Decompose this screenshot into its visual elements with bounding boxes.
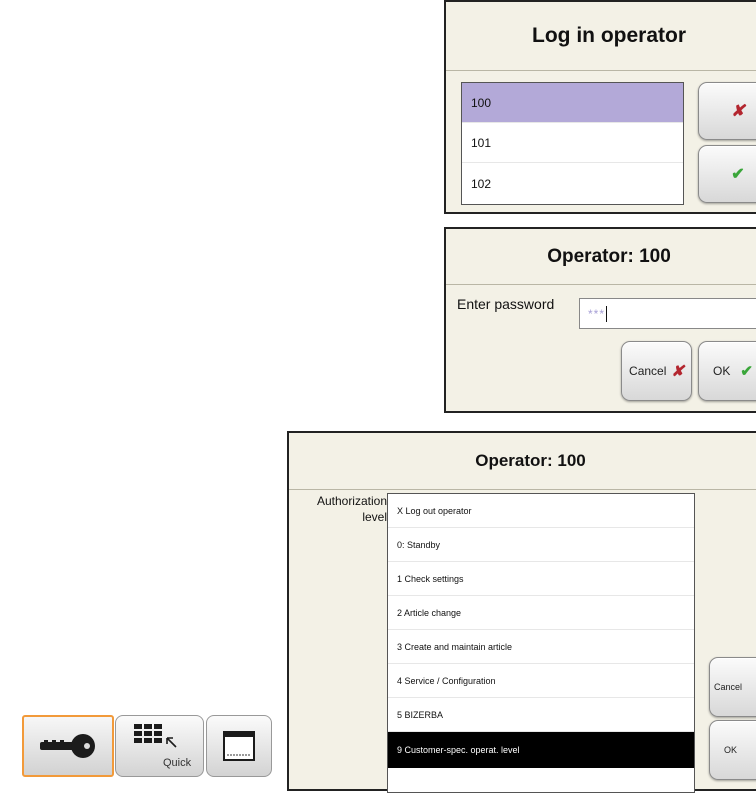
level-label: X Log out operator	[397, 505, 472, 516]
level-label: 4 Service / Configuration	[397, 675, 496, 686]
authorization-level-row[interactable]: 4 Service / Configuration	[388, 664, 694, 698]
authorization-level-row[interactable]: X Log out operator	[388, 494, 694, 528]
authorization-label: Authorization level	[295, 493, 387, 525]
password-cancel-button[interactable]: Cancel ✘	[621, 341, 692, 401]
operator-id: 100	[471, 95, 492, 110]
password-input[interactable]: ***	[579, 298, 756, 329]
authorization-panel-title: Operator: 100	[289, 433, 756, 490]
cancel-label: Cancel	[629, 364, 667, 378]
password-panel-title: Operator: 100	[446, 229, 756, 285]
level-label: 3 Create and maintain article	[397, 641, 513, 652]
level-label: 9 Customer-spec. operat. level	[397, 745, 520, 755]
login-operator-panel: Log in operator 100 101 102 ✘ ✔	[444, 0, 756, 214]
text-cursor	[606, 305, 608, 322]
authorization-level-list[interactable]: X Log out operator 0: Standby 1 Check se…	[387, 493, 695, 793]
quick-label: Quick	[163, 757, 192, 769]
level-label: 1 Check settings	[397, 573, 464, 584]
operator-list[interactable]: 100 101 102	[461, 82, 684, 205]
level-label: 2 Article change	[397, 607, 462, 618]
operator-id: 102	[471, 176, 492, 191]
password-panel: Operator: 100 Enter password *** Cancel …	[444, 227, 756, 413]
authorization-level-row[interactable]: 5 BIZERBA	[388, 698, 694, 732]
cross-icon: ✘	[671, 363, 684, 380]
login-panel-title: Log in operator	[446, 2, 756, 71]
cancel-label: Cancel	[714, 682, 743, 692]
login-confirm-button[interactable]: ✔	[698, 145, 756, 203]
authorization-label-line1: Authorization	[316, 494, 387, 508]
ok-label: OK	[713, 364, 731, 378]
authorization-panel: Operator: 100 Authorization level X Log …	[287, 431, 756, 793]
authorization-level-row[interactable]: 2 Article change	[388, 596, 694, 630]
operator-id: 101	[471, 135, 492, 150]
operator-row[interactable]: 101	[462, 123, 683, 163]
ok-label: OK	[724, 745, 738, 755]
operator-row[interactable]: 100	[462, 83, 683, 123]
password-ok-button[interactable]: OK ✔	[698, 341, 756, 401]
password-label: Enter password	[457, 296, 555, 312]
authorization-ok-button[interactable]: OK	[709, 720, 756, 780]
authorization-cancel-button[interactable]: Cancel	[709, 657, 756, 717]
key-icon	[40, 734, 95, 758]
screen-icon	[223, 731, 255, 761]
operator-row[interactable]: 102	[462, 163, 683, 204]
quick-button[interactable]: Quick	[115, 715, 204, 777]
cross-icon: ✘	[731, 103, 745, 120]
password-value: ***	[588, 306, 606, 321]
authorization-level-row[interactable]: 3 Create and maintain article	[388, 630, 694, 664]
login-cancel-button[interactable]: ✘	[698, 82, 756, 140]
authorization-level-row[interactable]: 0: Standby	[388, 528, 694, 562]
keypad-icon	[134, 724, 177, 748]
level-label: 0: Standby	[397, 539, 441, 550]
bottom-toolbar: Quick	[22, 715, 272, 777]
authorization-level-row[interactable]: 9 Customer-spec. operat. level	[388, 732, 694, 768]
authorization-level-row[interactable]: 1 Check settings	[388, 562, 694, 596]
level-label: 5 BIZERBA	[397, 709, 444, 720]
login-key-button[interactable]	[22, 715, 114, 777]
screen-button[interactable]	[206, 715, 272, 777]
check-icon: ✔	[740, 363, 753, 380]
authorization-label-line2: level	[362, 510, 387, 524]
check-icon: ✔	[731, 166, 745, 183]
